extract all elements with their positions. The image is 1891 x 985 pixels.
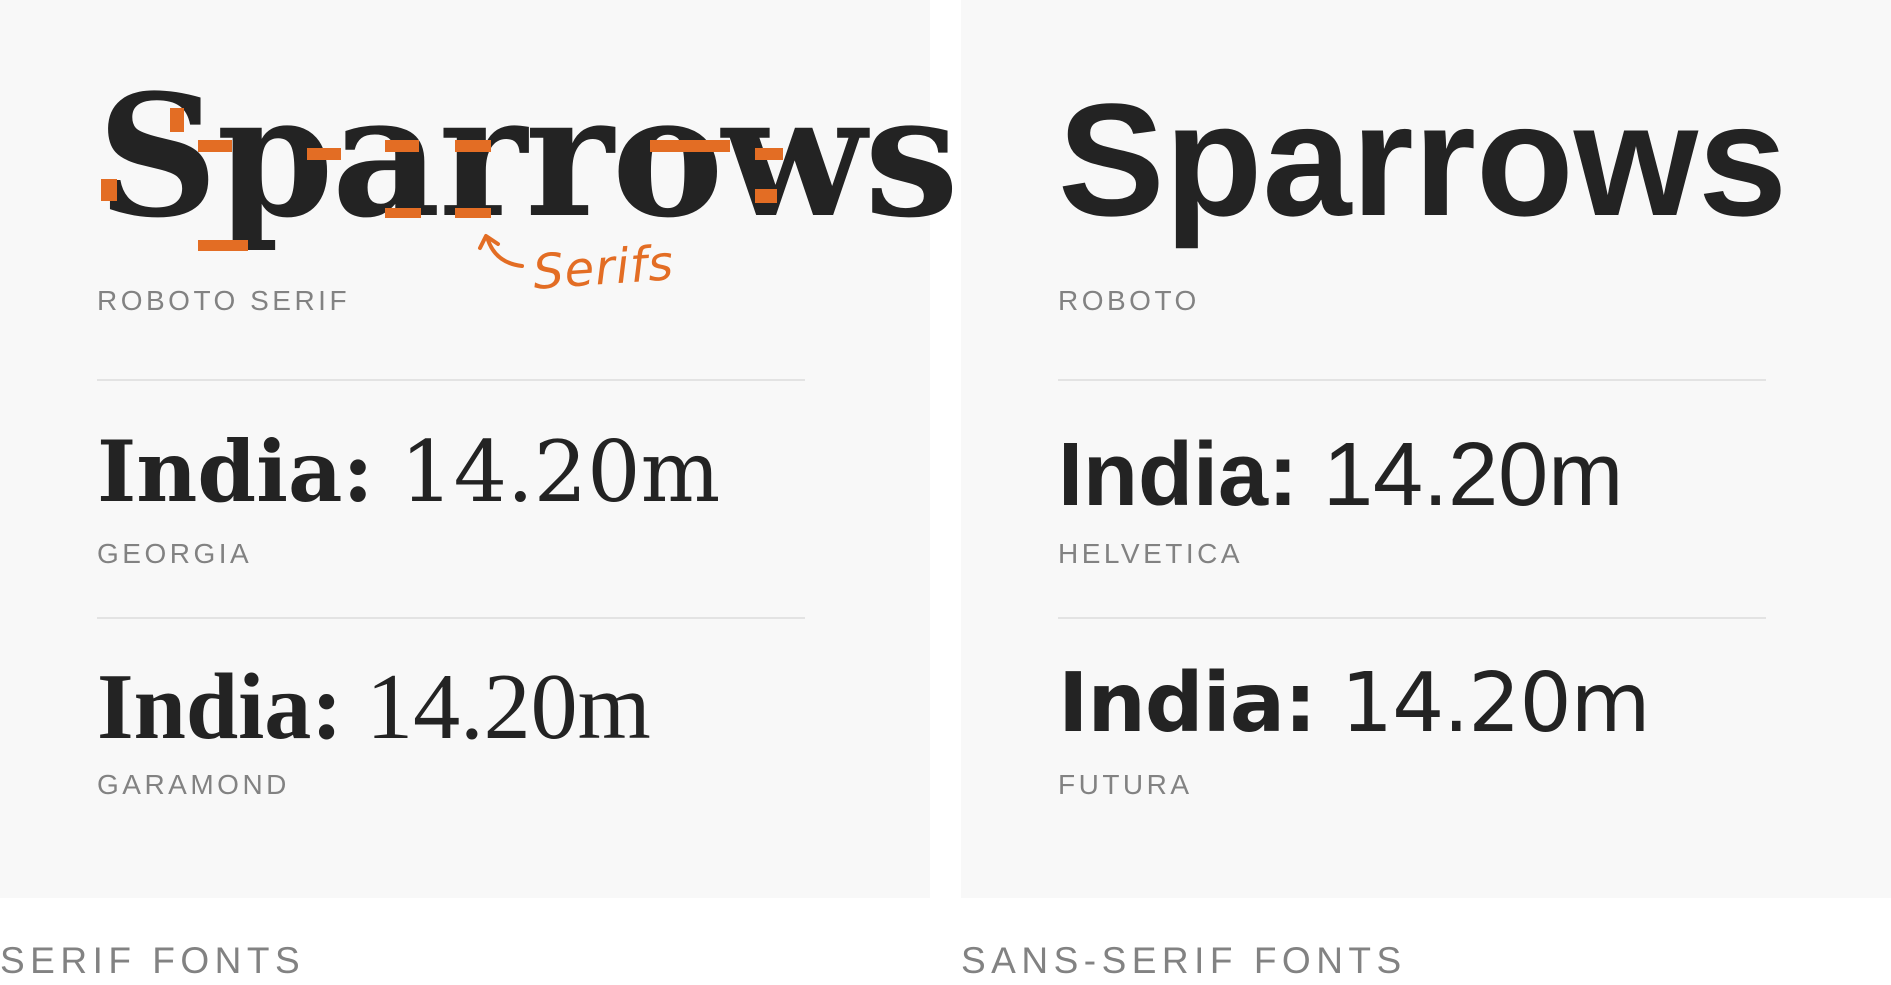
sample-value: 14.20m	[1298, 425, 1624, 525]
divider	[97, 379, 805, 381]
georgia-sample: India: 14.20m	[97, 430, 720, 515]
sample-value: 14.20m	[1315, 656, 1651, 751]
serifs-annotation: Serifs	[531, 235, 676, 301]
divider	[1058, 379, 1766, 381]
helvetica-label: HELVETICA	[1058, 538, 1244, 569]
roboto-serif-label: ROBOTO SERIF	[97, 285, 351, 316]
garamond-sample: India: 14.20m	[97, 660, 651, 754]
helvetica-sample: India: 14.20m	[1058, 430, 1623, 520]
roboto-label: ROBOTO	[1058, 285, 1200, 316]
sample-value: 14.20m	[342, 655, 651, 759]
futura-sample: India: 14.20m	[1058, 663, 1651, 745]
garamond-label: GARAMOND	[97, 769, 290, 800]
sans-serif-fonts-panel: Sparrows ROBOTO India: 14.20m HELVETICA …	[961, 0, 1891, 898]
sample-lead: India:	[97, 655, 343, 759]
sans-sample-word: Sparrows	[1058, 70, 1788, 249]
sample-lead: India:	[1058, 656, 1317, 751]
georgia-label: GEORGIA	[97, 538, 253, 569]
divider	[1058, 617, 1766, 619]
serif-fonts-caption: SERIF FONTS	[0, 940, 306, 981]
divider	[97, 617, 805, 619]
futura-label: FUTURA	[1058, 769, 1193, 800]
sans-serif-fonts-caption: SANS-SERIF FONTS	[961, 940, 1407, 981]
sample-value: 14.20m	[373, 423, 721, 521]
sample-lead: India:	[1058, 425, 1298, 525]
serif-sample-word: Sparrows	[97, 57, 959, 255]
serif-fonts-panel: Sparrows Serifs ROBOTO SERIF India: 14.2…	[0, 0, 959, 898]
sample-lead: India:	[97, 422, 374, 521]
